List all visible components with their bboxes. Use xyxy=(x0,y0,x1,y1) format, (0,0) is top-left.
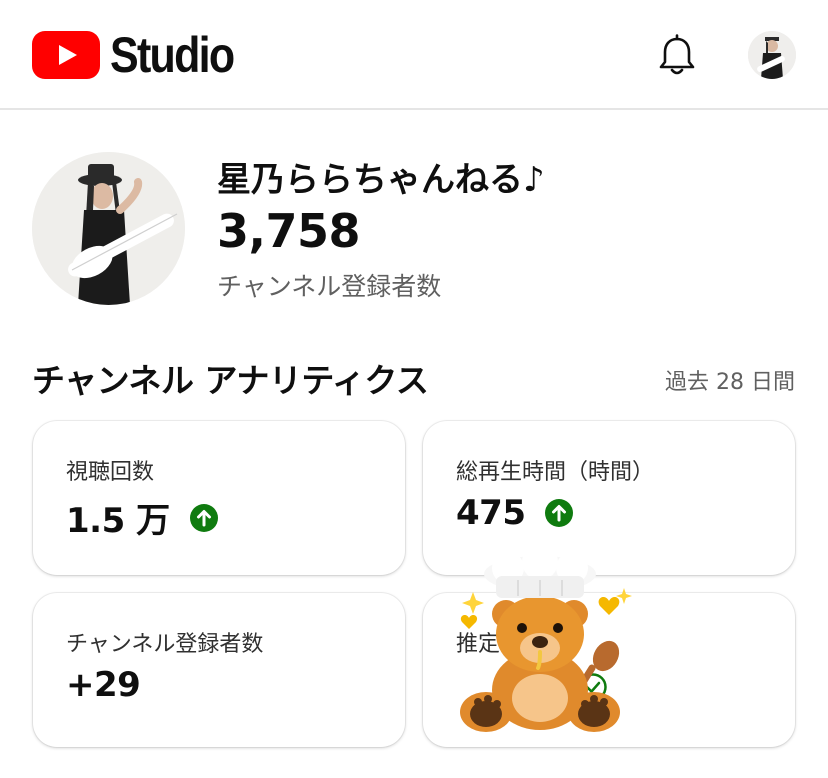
subscribers-card[interactable]: チャンネル登録者数 +29 xyxy=(33,593,405,747)
channel-avatar-image xyxy=(32,152,185,305)
account-avatar[interactable] xyxy=(748,31,796,79)
analytics-title: チャンネル アナリティクス xyxy=(32,361,429,400)
analytics-period[interactable]: 過去 28 日間 xyxy=(665,364,795,396)
chef-bear-sticker-icon xyxy=(460,552,632,732)
subscriber-count: 3,758 xyxy=(217,204,361,258)
channel-name: 星乃ららちゃんねる♪ xyxy=(217,160,545,200)
card-value: 475 xyxy=(456,493,526,533)
card-value: 1.5 万 xyxy=(66,501,170,541)
bell-icon[interactable] xyxy=(656,34,698,78)
card-label: チャンネル登録者数 xyxy=(66,632,264,657)
card-label: 総再生時間（時間） xyxy=(456,460,655,485)
account-avatar-image xyxy=(748,31,796,79)
app-header: Studio xyxy=(0,0,828,110)
trend-up-icon xyxy=(545,499,574,527)
brand-label: Studio xyxy=(110,27,235,83)
views-card[interactable]: 視聴回数 1.5 万 xyxy=(33,421,405,575)
subscriber-count-label: チャンネル登録者数 xyxy=(217,272,442,301)
youtube-logo-icon xyxy=(32,31,100,79)
trend-up-icon xyxy=(189,503,218,532)
studio-logo[interactable]: Studio xyxy=(32,30,254,80)
card-label: 視聴回数 xyxy=(66,460,155,485)
channel-avatar[interactable] xyxy=(32,152,185,305)
card-value: +29 xyxy=(66,665,141,705)
